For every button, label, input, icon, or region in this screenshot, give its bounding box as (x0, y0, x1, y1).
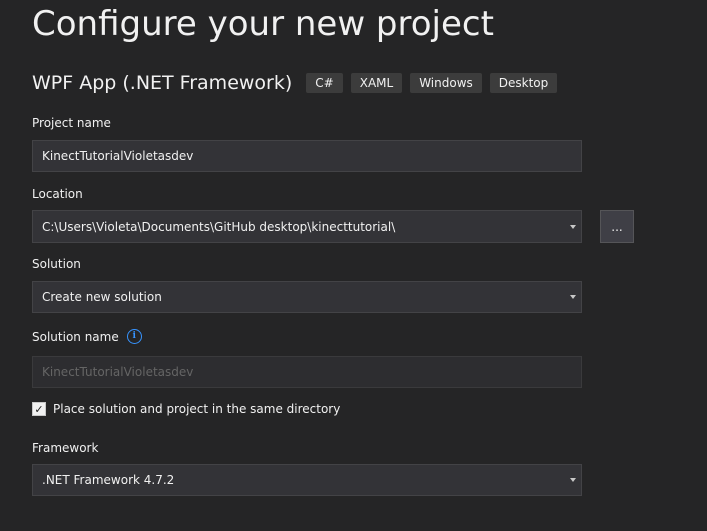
project-name-label: Project name (32, 116, 111, 130)
solution-label: Solution (32, 257, 81, 271)
framework-value: .NET Framework 4.7.2 (42, 473, 175, 487)
project-name-input[interactable]: KinectTutorialVioletasdev (32, 140, 582, 172)
same-directory-label[interactable]: Place solution and project in the same d… (53, 402, 340, 416)
tag-language: C# (306, 73, 343, 93)
chevron-down-icon[interactable] (570, 478, 576, 482)
project-name-value: KinectTutorialVioletasdev (42, 149, 194, 163)
solution-dropdown[interactable]: Create new solution (32, 281, 582, 313)
solution-name-input: KinectTutorialVioletasdev (32, 356, 582, 388)
configure-project-page: Configure your new project WPF App (.NET… (0, 0, 707, 531)
location-label: Location (32, 187, 83, 201)
browse-location-button[interactable]: ... (600, 210, 634, 243)
template-summary: WPF App (.NET Framework) C# XAML Windows… (32, 70, 558, 96)
chevron-down-icon[interactable] (570, 295, 576, 299)
location-combobox[interactable]: C:\Users\Violeta\Documents\GitHub deskto… (32, 210, 582, 243)
tag-project-type: Desktop (489, 73, 558, 93)
framework-label: Framework (32, 441, 99, 455)
template-name: WPF App (.NET Framework) (32, 72, 293, 94)
tag-xaml: XAML (350, 73, 403, 93)
same-directory-checkbox[interactable]: ✓ (32, 402, 46, 416)
tag-platform: Windows (410, 73, 482, 93)
location-value: C:\Users\Violeta\Documents\GitHub deskto… (42, 219, 396, 234)
solution-value: Create new solution (42, 290, 162, 304)
solution-name-value: KinectTutorialVioletasdev (42, 365, 194, 379)
solution-name-label-row: Solution name i (32, 329, 142, 344)
page-title: Configure your new project (32, 4, 494, 44)
solution-name-label: Solution name (32, 329, 119, 344)
framework-dropdown[interactable]: .NET Framework 4.7.2 (32, 464, 582, 496)
same-directory-option[interactable]: ✓ Place solution and project in the same… (32, 402, 340, 416)
chevron-down-icon[interactable] (570, 225, 576, 229)
info-icon[interactable]: i (126, 329, 142, 344)
